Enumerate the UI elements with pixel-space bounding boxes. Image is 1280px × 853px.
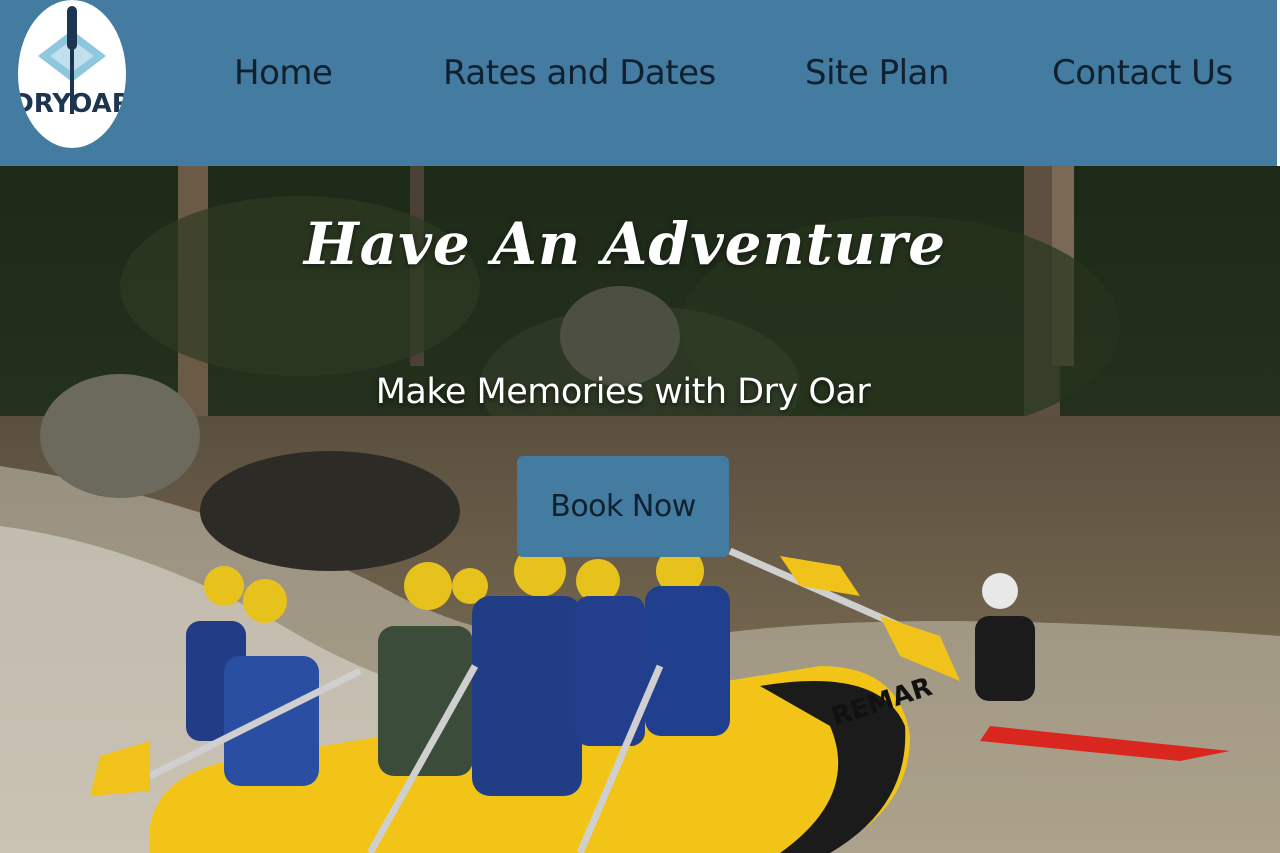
hero-title: Have An Adventure (303, 210, 947, 278)
svg-text:DRYOAR: DRYOAR (18, 89, 126, 119)
nav-site-plan[interactable]: Site Plan (805, 50, 949, 96)
site-header: DRYOAR Home Rates and Dates Site Plan Co… (0, 0, 1277, 166)
dryoar-logo[interactable]: DRYOAR (18, 0, 126, 148)
book-now-button[interactable]: Book Now (517, 456, 729, 557)
nav-rates-and-dates[interactable]: Rates and Dates (443, 50, 716, 96)
nav-contact-us[interactable]: Contact Us (1052, 50, 1233, 96)
oar-logo-icon: DRYOAR (18, 6, 126, 119)
nav-home[interactable]: Home (234, 50, 333, 96)
hero-section: REMAR Have An Adventure Make Memories wi… (0, 166, 1280, 853)
hero-subtitle: Make Memories with Dry Oar (375, 372, 871, 412)
